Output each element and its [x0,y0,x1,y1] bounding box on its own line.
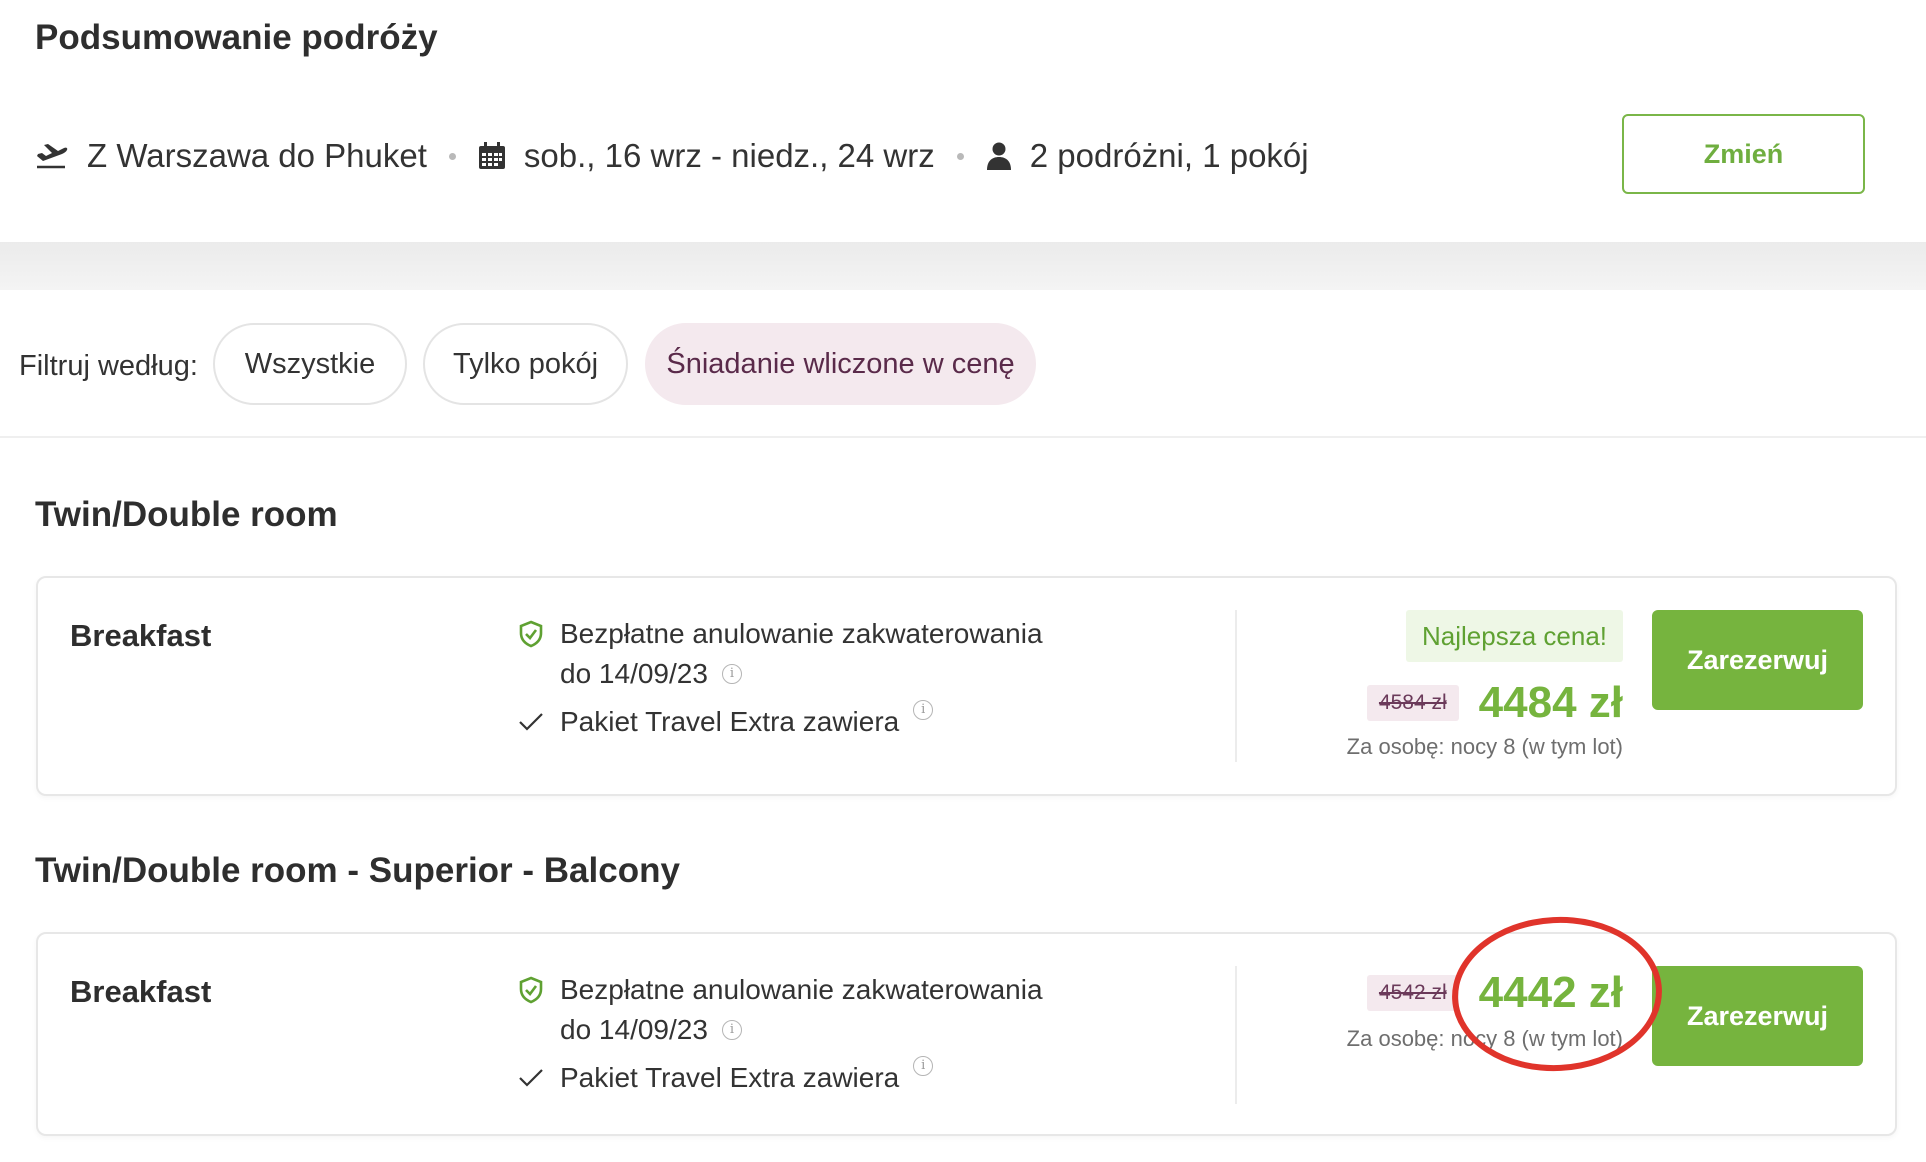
info-icon[interactable]: i [913,700,934,720]
plane-departure-icon [35,141,69,171]
cancellation-date: do 14/09/23 [560,658,708,689]
filter-breakfast-included[interactable]: Śniadanie wliczone w cenę [645,323,1036,405]
offer-features: Bezpłatne anulowanie zakwaterowania do 1… [518,614,1043,742]
package-text: Pakiet Travel Extra zawiera [560,706,900,737]
price: 4484 zł [1478,678,1623,727]
room-offer-card: Breakfast Bezpłatne anulowanie zakwatero… [36,932,1897,1136]
board-type: Breakfast [70,618,212,653]
per-person-note: Za osobę: nocy 8 (w tym lot) [1346,734,1623,759]
price: 4442 zł [1478,968,1623,1017]
cancellation-feature: Bezpłatne anulowanie zakwaterowania do 1… [518,970,1043,1050]
card-divider [1235,610,1237,762]
shield-check-icon [518,970,560,1010]
person-icon [986,142,1012,170]
info-icon[interactable]: i [913,1056,934,1076]
best-price-badge: Najlepsza cena! [1406,610,1623,662]
room-title: Twin/Double room - Superior - Balcony [35,851,680,890]
price-row: 4542 zł 4442 zł [1366,968,1623,1018]
shield-check-icon [518,614,560,654]
cancellation-text: Bezpłatne anulowanie zakwaterowania [560,974,1043,1005]
filter-bar: Filtruj według: Wszystkie Tylko pokój Śn… [0,290,1926,438]
calendar-icon [478,142,506,170]
checkmark-icon [518,702,560,742]
book-button[interactable]: Zarezerwuj [1652,610,1863,710]
room-title: Twin/Double room [35,495,338,534]
old-price: 4584 zł [1366,685,1459,721]
card-divider [1235,966,1237,1104]
package-feature: Pakiet Travel Extra zawiera i [518,700,1043,742]
separator-dot [448,152,456,160]
trip-summary: Podsumowanie podróży Z Warszawa do Phuke… [0,0,1926,242]
separator-dot [956,152,964,160]
room-offer-card: Breakfast Bezpłatne anulowanie zakwatero… [36,576,1897,796]
cancellation-date: do 14/09/23 [560,1014,708,1045]
trip-details: Z Warszawa do Phuket sob., 16 wrz - nied… [35,128,1309,184]
dates-text: sob., 16 wrz - niedz., 24 wrz [523,137,935,174]
travellers-text: 2 podróżni, 1 pokój [1029,137,1309,174]
book-button[interactable]: Zarezerwuj [1652,966,1863,1066]
board-type: Breakfast [70,974,212,1009]
price-row: 4584 zł 4484 zł [1366,678,1623,728]
filter-all[interactable]: Wszystkie [213,323,407,405]
section-separator [0,242,1926,290]
summary-title: Podsumowanie podróży [35,18,438,57]
package-text: Pakiet Travel Extra zawiera [560,1062,900,1093]
route-text: Z Warszawa do Phuket [87,137,427,174]
change-search-button[interactable]: Zmień [1622,114,1865,194]
offer-features: Bezpłatne anulowanie zakwaterowania do 1… [518,970,1043,1098]
checkmark-icon [518,1058,560,1098]
filter-label: Filtruj według: [19,350,198,382]
filter-room-only[interactable]: Tylko pokój [423,323,628,405]
package-feature: Pakiet Travel Extra zawiera i [518,1056,1043,1098]
info-icon[interactable]: i [721,1019,742,1040]
info-icon[interactable]: i [721,663,742,684]
old-price: 4542 zł [1366,975,1459,1011]
cancellation-text: Bezpłatne anulowanie zakwaterowania [560,618,1043,649]
per-person-note: Za osobę: nocy 8 (w tym lot) [1346,1026,1623,1051]
cancellation-feature: Bezpłatne anulowanie zakwaterowania do 1… [518,614,1043,694]
